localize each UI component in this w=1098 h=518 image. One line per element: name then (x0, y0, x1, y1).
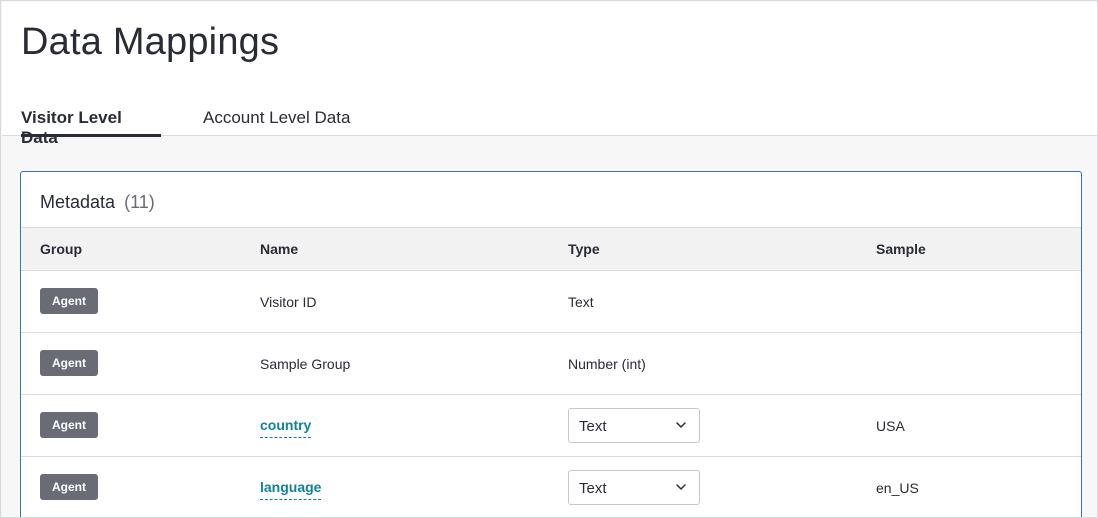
field-sample: en_US (876, 480, 919, 496)
table-header: Group Name Type Sample (21, 227, 1081, 271)
page-header: Data Mappings Visitor Level Data Account… (2, 2, 1097, 147)
metadata-title: Metadata (40, 192, 116, 212)
group-badge: Agent (40, 350, 98, 376)
field-type: Text (568, 294, 594, 310)
table-row: Agent country Text USA (21, 395, 1081, 457)
field-name-link[interactable]: country (260, 417, 312, 438)
metadata-count: (11) (124, 192, 155, 212)
field-sample: USA (876, 418, 905, 434)
group-badge: Agent (40, 412, 98, 438)
chevron-down-icon (676, 484, 686, 490)
table-row: Agent Sample Group Number (int) (21, 333, 1081, 395)
column-header-type[interactable]: Type (568, 241, 600, 257)
field-name: Sample Group (260, 356, 351, 372)
column-header-name[interactable]: Name (260, 241, 298, 257)
field-name-link[interactable]: language (260, 479, 322, 500)
tab-account-level-data[interactable]: Account Level Data (203, 108, 350, 136)
field-type: Number (int) (568, 356, 646, 372)
field-name: Visitor ID (260, 294, 317, 310)
table-row: Agent Visitor ID Text (21, 271, 1081, 333)
table-row: Agent language Text en_US (21, 457, 1081, 517)
type-select[interactable]: Text (568, 470, 700, 505)
chevron-down-icon (676, 422, 686, 428)
type-select-value: Text (579, 418, 607, 435)
page-title: Data Mappings (21, 21, 280, 63)
metadata-heading: Metadata (11) (40, 192, 155, 213)
metadata-card: Metadata (11) Group Name Type Sample Age… (20, 171, 1082, 517)
type-select[interactable]: Text (568, 408, 700, 443)
app-frame: Data Mappings Visitor Level Data Account… (0, 0, 1098, 518)
column-header-group[interactable]: Group (40, 241, 82, 257)
column-header-sample[interactable]: Sample (876, 241, 926, 257)
type-select-value: Text (579, 480, 607, 497)
group-badge: Agent (40, 474, 98, 500)
group-badge: Agent (40, 288, 98, 314)
tab-visitor-level-data[interactable]: Visitor Level Data (21, 108, 161, 147)
